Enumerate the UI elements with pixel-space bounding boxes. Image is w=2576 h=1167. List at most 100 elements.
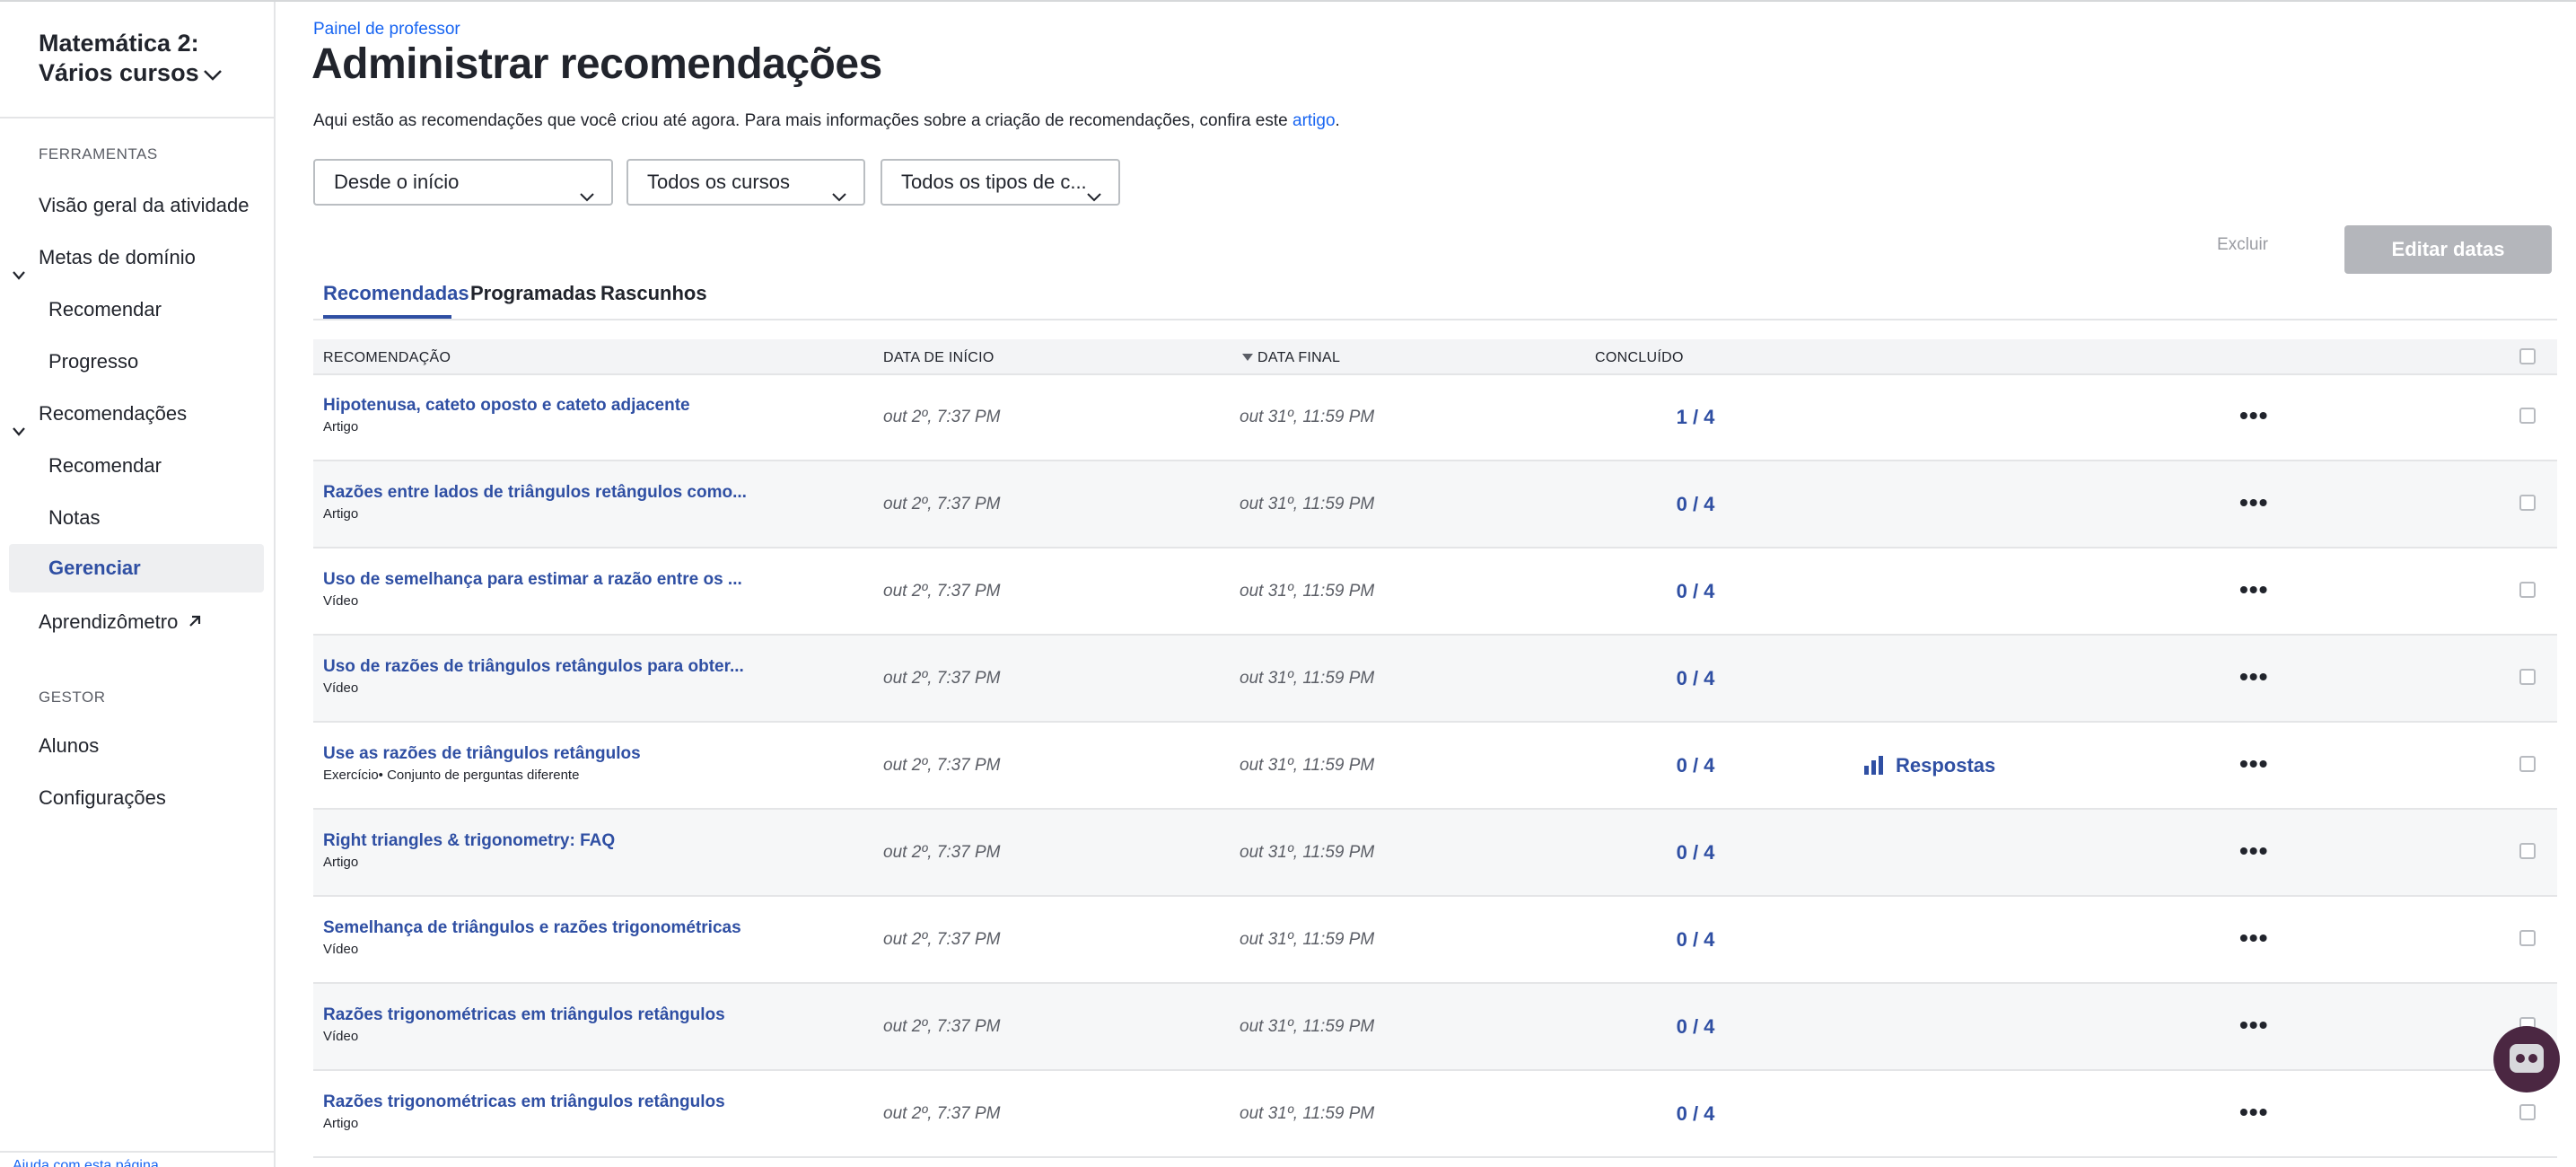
- page-title: Administrar recomendações: [311, 40, 882, 88]
- tab-drafts[interactable]: Rascunhos: [600, 282, 707, 305]
- tabs-divider: [313, 319, 2557, 320]
- sidebar-item-activity-overview[interactable]: Visão geral da atividade: [39, 181, 249, 230]
- recommendation-title-link[interactable]: Hipotenusa, cateto oposto e cateto adjac…: [323, 396, 690, 416]
- row-checkbox[interactable]: [2519, 756, 2536, 772]
- table-row: Hipotenusa, cateto oposto e cateto adjac…: [313, 374, 2557, 461]
- section-manager-label: GESTOR: [39, 689, 106, 706]
- article-link[interactable]: artigo: [1292, 111, 1336, 130]
- recommendation-title-link[interactable]: Uso de semelhança para estimar a razão e…: [323, 570, 742, 590]
- recommendation-title-link[interactable]: Razões entre lados de triângulos retângu…: [323, 483, 747, 503]
- more-options-button[interactable]: •••: [2239, 662, 2268, 691]
- completed-count-link[interactable]: 0 / 4: [1642, 493, 1749, 516]
- recommendation-title-link[interactable]: Razões trigonométricas em triângulos ret…: [323, 1005, 725, 1025]
- help-footer-link[interactable]: Ajuda com esta página: [0, 1151, 274, 1167]
- course-switcher[interactable]: Matemática 2: Vários cursos: [39, 29, 223, 89]
- completed-count-link[interactable]: 0 / 4: [1642, 580, 1749, 603]
- start-date: out 2º, 7:37 PM: [883, 843, 1001, 862]
- recommendation-title-link[interactable]: Right triangles & trigonometry: FAQ: [323, 831, 615, 851]
- row-checkbox[interactable]: [2519, 843, 2536, 859]
- course-title-line1: Matemática 2:: [39, 30, 199, 57]
- recommendation-type: Exercício• Conjunto de perguntas diferen…: [323, 768, 580, 783]
- sidebar-item-label: Aprendizômetro: [39, 610, 179, 633]
- sidebar-group-label: Metas de domínio: [39, 246, 196, 268]
- column-header-end-date[interactable]: DATA FINAL: [1241, 350, 1340, 366]
- start-date: out 2º, 7:37 PM: [883, 930, 1001, 949]
- row-checkbox[interactable]: [2519, 408, 2536, 424]
- table-row: Uso de semelhança para estimar a razão e…: [313, 548, 2557, 636]
- date-filter-value: Desde o início: [334, 171, 460, 193]
- more-options-button[interactable]: •••: [2239, 575, 2268, 604]
- end-date: out 31º, 11:59 PM: [1240, 582, 1375, 601]
- table-row: Right triangles & trigonometry: FAQ Artig…: [313, 810, 2557, 897]
- start-date: out 2º, 7:37 PM: [883, 1104, 1001, 1123]
- bar-chart-icon: [1863, 755, 1885, 780]
- more-options-button[interactable]: •••: [2239, 488, 2268, 517]
- more-options-button[interactable]: •••: [2239, 837, 2268, 865]
- more-options-button[interactable]: •••: [2239, 1098, 2268, 1127]
- sidebar-item-students[interactable]: Alunos: [39, 722, 99, 770]
- section-tools-label: FERRAMENTAS: [39, 145, 158, 162]
- completed-count-link[interactable]: 0 / 4: [1642, 1015, 1749, 1039]
- date-filter-dropdown[interactable]: Desde o início: [313, 159, 613, 206]
- sidebar-item-rec-grades[interactable]: Notas: [48, 494, 100, 542]
- intro-text: Aqui estão as recomendações que você cri…: [313, 111, 1340, 131]
- recommendation-title-link[interactable]: Use as razões de triângulos retângulos: [323, 744, 641, 764]
- sidebar-item-learnometer[interactable]: Aprendizômetro: [39, 598, 203, 646]
- completed-count-link[interactable]: 0 / 4: [1642, 754, 1749, 777]
- sidebar-divider: [0, 117, 274, 118]
- completed-count-link[interactable]: 0 / 4: [1642, 667, 1749, 690]
- start-date: out 2º, 7:37 PM: [883, 756, 1001, 775]
- select-all-checkbox[interactable]: [2519, 348, 2536, 364]
- delete-button[interactable]: Excluir: [2217, 235, 2268, 255]
- sidebar-group-mastery-goals[interactable]: Metas de domínio: [13, 233, 196, 282]
- chevron-down-icon: [831, 175, 847, 204]
- row-checkbox[interactable]: [2519, 930, 2536, 946]
- start-date: out 2º, 7:37 PM: [883, 495, 1001, 513]
- course-filter-value: Todos os cursos: [647, 171, 790, 193]
- content-type-filter-value: Todos os tipos de c...: [901, 171, 1087, 193]
- more-options-button[interactable]: •••: [2239, 750, 2268, 778]
- breadcrumb[interactable]: Painel de professor: [313, 20, 460, 39]
- sidebar-item-settings[interactable]: Configurações: [39, 774, 166, 822]
- row-checkbox[interactable]: [2519, 1104, 2536, 1120]
- recommendation-title-link[interactable]: Semelhança de triângulos e razões trigon…: [323, 918, 741, 938]
- column-header-recommendation[interactable]: RECOMENDAÇÃO: [323, 350, 451, 366]
- course-filter-dropdown[interactable]: Todos os cursos: [626, 159, 865, 206]
- column-header-completed[interactable]: CONCLUÍDO: [1595, 350, 1684, 366]
- row-checkbox[interactable]: [2519, 669, 2536, 685]
- sidebar-item-rec-recommend[interactable]: Recomendar: [48, 442, 162, 490]
- table-header: RECOMENDAÇÃO DATA DE INÍCIO DATA FINAL C…: [313, 339, 2557, 375]
- recommendation-type: Vídeo: [323, 593, 359, 609]
- end-date: out 31º, 11:59 PM: [1240, 495, 1375, 513]
- help-assistant-button[interactable]: [2493, 1026, 2560, 1092]
- tab-recommended[interactable]: Recomendadas: [323, 282, 469, 305]
- robot-eye-left: [2516, 1054, 2525, 1063]
- column-header-start-date[interactable]: DATA DE INÍCIO: [883, 350, 994, 366]
- more-options-button[interactable]: •••: [2239, 1011, 2268, 1040]
- completed-count-link[interactable]: 1 / 4: [1642, 406, 1749, 429]
- recommendation-type: Vídeo: [323, 942, 359, 957]
- content-type-filter-dropdown[interactable]: Todos os tipos de c...: [881, 159, 1120, 206]
- sidebar-item-mastery-progress[interactable]: Progresso: [48, 338, 138, 386]
- recommendation-title-link[interactable]: Uso de razões de triângulos retângulos p…: [323, 657, 744, 677]
- completed-count-link[interactable]: 0 / 4: [1642, 928, 1749, 952]
- recommendation-title-link[interactable]: Razões trigonométricas em triângulos ret…: [323, 1092, 725, 1112]
- tab-scheduled[interactable]: Programadas: [470, 282, 597, 305]
- sidebar-item-rec-manage[interactable]: Gerenciar: [9, 544, 264, 592]
- course-title-line2: Vários cursos: [39, 59, 199, 86]
- completed-count-link[interactable]: 0 / 4: [1642, 841, 1749, 864]
- end-date: out 31º, 11:59 PM: [1240, 1017, 1375, 1036]
- row-checkbox[interactable]: [2519, 495, 2536, 511]
- robot-eye-right: [2528, 1054, 2537, 1063]
- end-date: out 31º, 11:59 PM: [1240, 930, 1375, 949]
- sidebar-item-mastery-recommend[interactable]: Recomendar: [48, 285, 162, 334]
- recommendation-type: Artigo: [323, 855, 359, 870]
- more-options-button[interactable]: •••: [2239, 924, 2268, 952]
- completed-count-link[interactable]: 0 / 4: [1642, 1102, 1749, 1126]
- responses-link[interactable]: Respostas: [1863, 754, 1995, 780]
- edit-dates-button[interactable]: Editar datas: [2344, 225, 2552, 274]
- sidebar-group-recommendations[interactable]: Recomendações: [13, 390, 187, 438]
- chevron-down-icon: [1086, 175, 1102, 204]
- row-checkbox[interactable]: [2519, 582, 2536, 598]
- more-options-button[interactable]: •••: [2239, 401, 2268, 430]
